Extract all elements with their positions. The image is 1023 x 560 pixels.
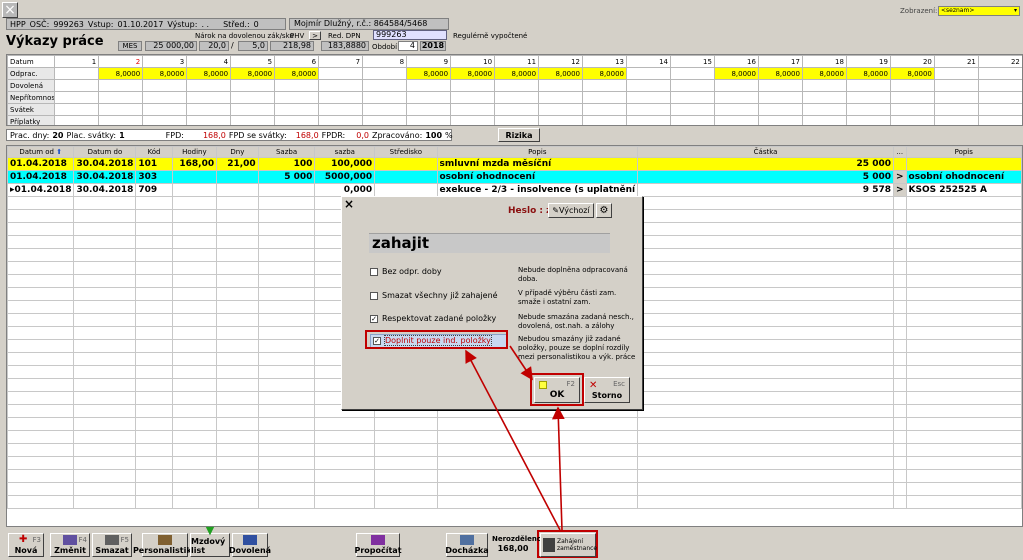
mzdovy-list-button[interactable]: ▼ Mzdový list xyxy=(190,525,230,557)
smazat-button[interactable]: Smazat F5 xyxy=(92,533,132,557)
calculate-icon xyxy=(371,535,385,545)
delete-icon xyxy=(105,535,119,545)
dovolena-button[interactable]: Dovolená xyxy=(229,533,271,557)
nova-button[interactable]: ✚ Nová F3 xyxy=(8,533,44,557)
start-icon xyxy=(543,538,555,552)
propocitat-button[interactable]: Propočítat xyxy=(354,533,402,557)
down-arrow-icon: ▼ xyxy=(205,524,215,537)
attendance-icon xyxy=(460,535,474,545)
edit-icon xyxy=(63,535,77,545)
annotation-arrows xyxy=(465,345,565,531)
dochazka-button[interactable]: Docházka xyxy=(445,533,489,557)
vacation-icon xyxy=(243,535,257,545)
app-window: { "header":{ "close_glyph":"×", "emp_typ… xyxy=(0,0,1023,560)
zahajeni-zamestnance-button[interactable]: Zahájení zaměstnance xyxy=(540,533,597,557)
add-icon: ✚ xyxy=(19,534,28,545)
people-icon xyxy=(158,535,172,545)
personalistika-button[interactable]: Personalistika xyxy=(133,533,197,557)
nerozdeleno-info: Nerozděleno 168,00 xyxy=(492,535,542,553)
zmenit-button[interactable]: Změnit F4 xyxy=(50,533,90,557)
